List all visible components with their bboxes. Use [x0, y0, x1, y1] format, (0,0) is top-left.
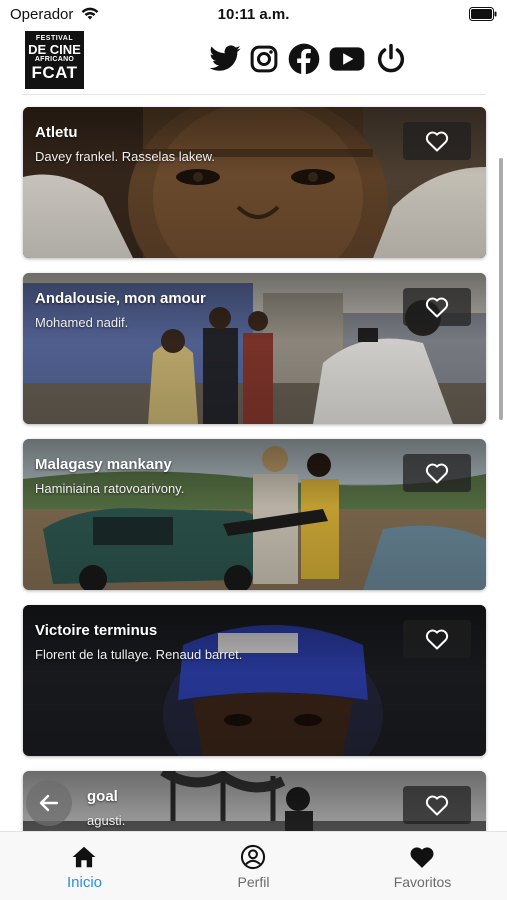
home-icon — [72, 846, 96, 868]
favorite-button[interactable] — [403, 454, 471, 492]
heart-outline-icon — [425, 795, 449, 816]
film-title: Victoire terminus — [35, 622, 158, 639]
film-card[interactable]: Malagasy mankany Haminiaina ratovoarivon… — [23, 439, 486, 590]
tab-inicio[interactable]: Inicio — [0, 832, 169, 900]
film-title: Atletu — [35, 124, 78, 141]
film-credits: agusti. — [87, 813, 126, 828]
film-title: goal — [87, 788, 118, 805]
heart-outline-icon — [425, 463, 449, 484]
heart-icon — [410, 847, 434, 868]
power-icon[interactable] — [375, 42, 407, 76]
favorite-button[interactable] — [403, 122, 471, 160]
film-card[interactable]: goal agusti. — [23, 771, 486, 831]
film-credits: Florent de la tullaye. Renaud barret. — [35, 647, 243, 662]
tab-label: Favoritos — [393, 874, 452, 890]
header-divider — [22, 94, 486, 95]
favorite-button[interactable] — [403, 620, 471, 658]
clock: 10:11 a.m. — [217, 6, 290, 23]
film-credits: Haminiaina ratovoarivony. — [35, 481, 185, 496]
favorite-button[interactable] — [403, 288, 471, 326]
youtube-icon[interactable] — [329, 42, 365, 76]
scrollbar[interactable] — [499, 158, 503, 420]
logo-line: FCAT — [31, 63, 78, 82]
film-card[interactable]: Victoire terminus Florent de la tullaye.… — [23, 605, 486, 756]
favorite-button[interactable] — [403, 786, 471, 824]
heart-outline-icon — [425, 629, 449, 650]
status-bar: Operador 10:11 a.m. — [0, 0, 507, 28]
film-card[interactable]: Andalousie, mon amour Mohamed nadif. — [23, 273, 486, 424]
bottom-tab-bar: Inicio Perfil Favoritos — [0, 831, 507, 900]
logo-line: DE CINE — [28, 42, 81, 57]
heart-outline-icon — [425, 297, 449, 318]
film-card[interactable]: Atletu Davey frankel. Rasselas lakew. — [23, 107, 486, 258]
tab-label: Perfil — [237, 874, 270, 890]
tab-label: Inicio — [66, 874, 103, 891]
arrow-left-icon — [39, 794, 59, 812]
film-credits: Davey frankel. Rasselas lakew. — [35, 149, 215, 164]
twitter-icon[interactable] — [208, 42, 242, 76]
tab-favoritos[interactable]: Favoritos — [338, 832, 507, 900]
film-title: Malagasy mankany — [35, 456, 172, 473]
instagram-icon[interactable] — [249, 42, 279, 76]
film-credits: Mohamed nadif. — [35, 315, 129, 330]
tab-perfil[interactable]: Perfil — [169, 832, 338, 900]
back-button[interactable] — [26, 780, 72, 826]
profile-icon — [240, 844, 266, 870]
facebook-icon[interactable] — [288, 42, 320, 76]
film-title: Andalousie, mon amour — [35, 290, 206, 307]
film-list[interactable]: Atletu Davey frankel. Rasselas lakew. An… — [0, 98, 507, 831]
heart-outline-icon — [425, 131, 449, 152]
fcat-logo[interactable]: FESTIVAL DE CINE AFRICANO FCAT — [25, 31, 84, 89]
app-header: FESTIVAL DE CINE AFRICANO FCAT — [0, 28, 507, 92]
battery-icon — [469, 7, 497, 21]
